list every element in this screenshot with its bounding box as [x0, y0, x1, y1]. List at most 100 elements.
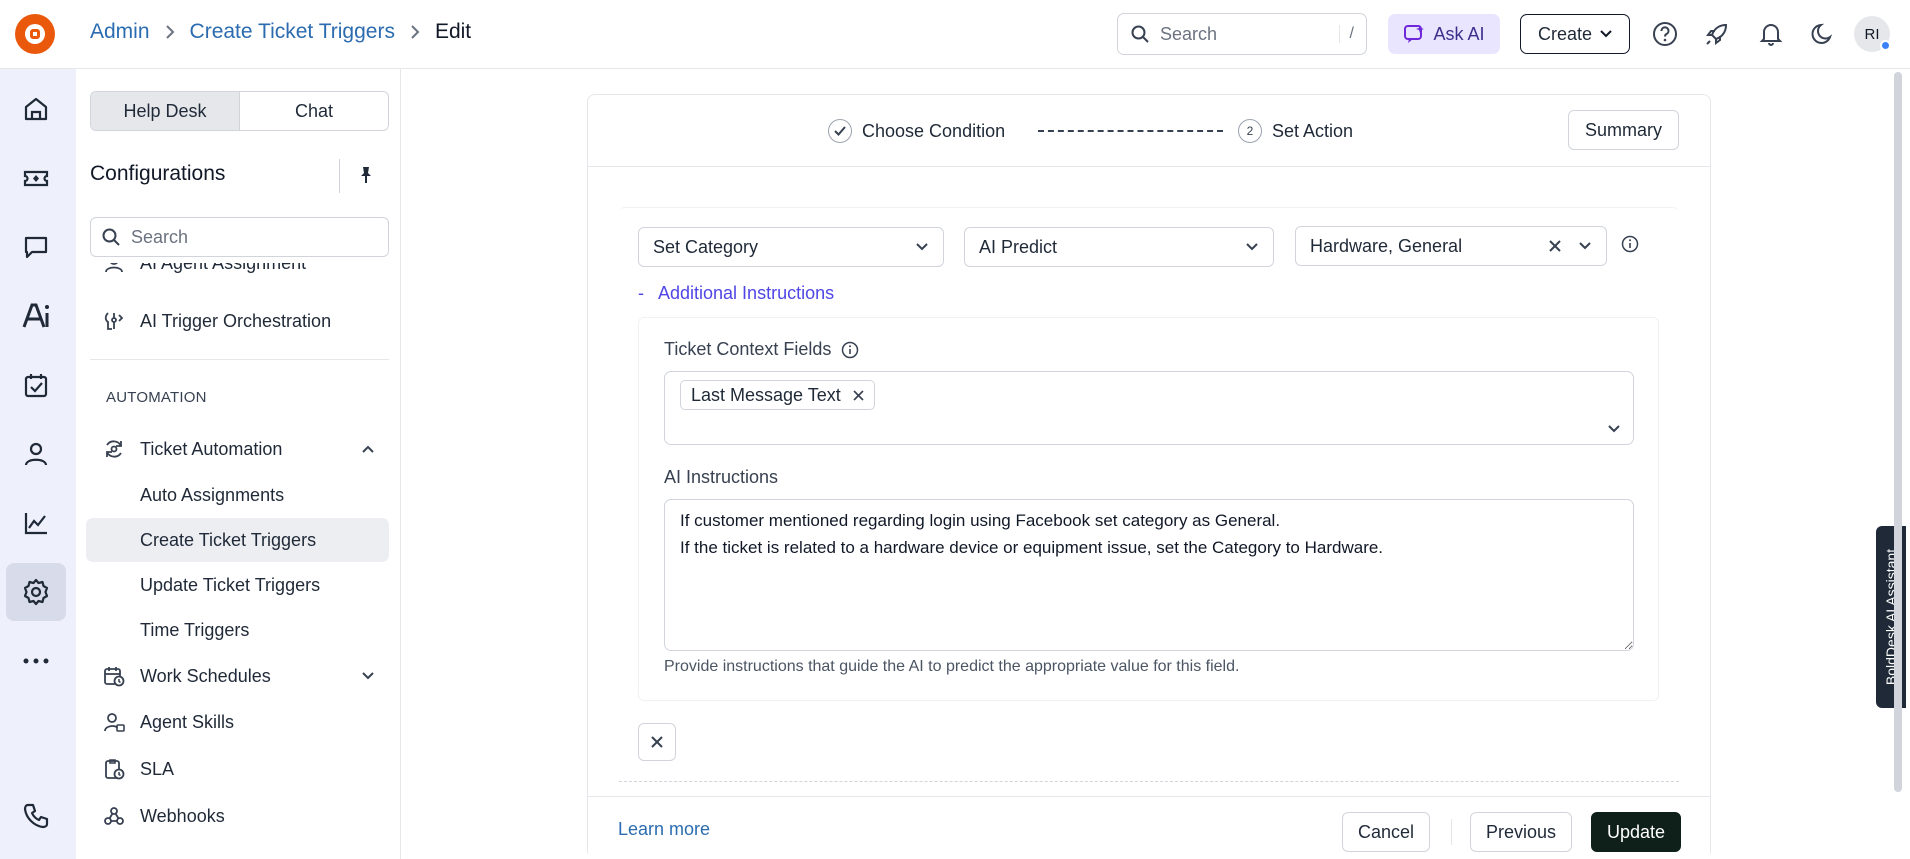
- pin-icon[interactable]: [356, 165, 376, 185]
- create-label: Create: [1537, 23, 1593, 44]
- ai-instructions-textarea[interactable]: If customer mentioned regarding login us…: [664, 499, 1634, 651]
- ai-orchestration-icon: [102, 310, 126, 332]
- chevron-down-icon[interactable]: [361, 671, 375, 681]
- trigger-editor-card: Choose Condition 2 Set Action Summary Se…: [587, 94, 1711, 859]
- step-set-action[interactable]: 2 Set Action: [1238, 119, 1353, 143]
- ai-chat-icon: [1403, 23, 1425, 45]
- action-field-select[interactable]: Set Category: [638, 227, 944, 267]
- chat-icon[interactable]: [6, 218, 66, 276]
- settings-gear-icon[interactable]: [6, 563, 66, 621]
- sidebar-subitem-auto-assignments[interactable]: Auto Assignments: [86, 473, 389, 517]
- sidebar-item-ai-agent-assignment[interactable]: AI Agent Assignment: [90, 263, 389, 277]
- sidebar-item-label: Work Schedules: [140, 665, 271, 686]
- global-search[interactable]: /: [1117, 13, 1367, 55]
- ask-ai-button[interactable]: Ask AI: [1388, 14, 1500, 54]
- sidebar-item-label: AI Trigger Orchestration: [140, 310, 332, 331]
- breadcrumb: Admin Create Ticket Triggers Edit: [90, 20, 471, 44]
- additional-instructions-toggle[interactable]: - Additional Instructions: [638, 283, 834, 304]
- category-values-multiselect[interactable]: Hardware, General: [1295, 226, 1607, 266]
- sidebar-search-input[interactable]: [131, 226, 371, 248]
- step2-label: Set Action: [1272, 120, 1354, 141]
- collapse-toggle: -: [638, 283, 644, 303]
- check-icon: [828, 119, 852, 143]
- context-chip-label: Last Message Text: [691, 384, 841, 405]
- remove-chip-icon[interactable]: [853, 389, 864, 401]
- action-method-value: AI Predict: [979, 236, 1058, 257]
- step-choose-condition[interactable]: Choose Condition: [828, 119, 1005, 143]
- ai-instructions-label: AI Instructions: [664, 467, 779, 487]
- ask-ai-label: Ask AI: [1433, 23, 1485, 44]
- update-button[interactable]: Update: [1591, 812, 1681, 852]
- tab-chat[interactable]: Chat: [240, 92, 388, 130]
- module-switch: Help Desk Chat: [90, 91, 389, 131]
- sidebar-item-ai-trigger-orchestration[interactable]: AI Trigger Orchestration: [90, 299, 389, 343]
- sidebar-search[interactable]: [90, 217, 389, 257]
- breadcrumb-admin[interactable]: Admin: [90, 20, 150, 44]
- context-chip: Last Message Text: [680, 380, 875, 410]
- global-search-input[interactable]: [1160, 23, 1310, 45]
- tab-help-desk[interactable]: Help Desk: [91, 92, 240, 130]
- task-calendar-icon[interactable]: [6, 356, 66, 414]
- sidebar-subitem-time-triggers[interactable]: Time Triggers: [86, 608, 389, 652]
- step2-number: 2: [1238, 119, 1262, 143]
- clear-icon[interactable]: [1548, 239, 1562, 253]
- moon-icon[interactable]: [1809, 20, 1837, 48]
- rocket-icon[interactable]: [1703, 20, 1731, 48]
- divider: [619, 781, 1679, 782]
- sidebar-item-ticket-automation[interactable]: Ticket Automation: [90, 427, 389, 471]
- ticket-icon[interactable]: [6, 149, 66, 207]
- configurations-title: Configurations: [90, 162, 226, 185]
- sidebar-item-label: SLA: [140, 758, 175, 779]
- sla-clipboard-icon: [102, 758, 126, 780]
- ticket-context-fields-label: Ticket Context Fields: [664, 339, 859, 360]
- ticket-context-fields-select[interactable]: Last Message Text: [664, 371, 1634, 445]
- info-icon[interactable]: [1621, 235, 1639, 253]
- breadcrumb-current: Edit: [434, 20, 472, 43]
- step1-label: Choose Condition: [862, 120, 1006, 141]
- sidebar-subitem-create-ticket-triggers[interactable]: Create Ticket Triggers: [86, 518, 389, 562]
- sidebar-clip: AI Agent Assignment: [90, 263, 389, 277]
- ai-icon[interactable]: [6, 287, 66, 345]
- info-icon[interactable]: [841, 341, 859, 359]
- action-method-select[interactable]: AI Predict: [964, 227, 1274, 267]
- sidebar-item-agent-skills[interactable]: Agent Skills: [90, 700, 389, 744]
- help-icon[interactable]: [1651, 20, 1679, 48]
- category-values: Hardware, General: [1310, 235, 1463, 256]
- sidebar-item-sla[interactable]: SLA: [90, 747, 389, 791]
- sidebar-item-work-schedules[interactable]: Work Schedules: [90, 654, 389, 698]
- create-button[interactable]: Create: [1520, 14, 1630, 54]
- previous-button[interactable]: Previous: [1470, 812, 1572, 852]
- chevron-right-icon: [409, 24, 421, 40]
- sidebar-item-label: Webhooks: [140, 805, 225, 826]
- sidebar-item-webhooks[interactable]: Webhooks: [90, 794, 389, 838]
- card-footer: Learn more Cancel Previous Update: [588, 796, 1710, 859]
- contacts-icon[interactable]: [6, 425, 66, 483]
- chevron-right-icon: [164, 24, 176, 40]
- agent-skills-icon: [102, 711, 126, 733]
- breadcrumb-create-ticket-triggers[interactable]: Create Ticket Triggers: [190, 20, 395, 44]
- bolddesk-logo-icon[interactable]: [15, 14, 55, 54]
- action-field-value: Set Category: [653, 236, 759, 257]
- phone-icon[interactable]: [6, 787, 66, 845]
- sidebar-item-label: Agent Skills: [140, 711, 235, 732]
- search-icon: [101, 227, 121, 247]
- summary-button[interactable]: Summary: [1568, 110, 1679, 150]
- page-scrollbar[interactable]: [1894, 72, 1902, 792]
- chevron-down-icon: [915, 242, 929, 252]
- more-icon[interactable]: [6, 632, 66, 690]
- sidebar-item-label: AI Agent Assignment: [140, 263, 306, 274]
- top-bar: Admin Create Ticket Triggers Edit / Ask …: [0, 0, 1910, 69]
- home-icon[interactable]: [6, 80, 66, 138]
- chevron-down-icon: [1578, 241, 1592, 251]
- analytics-icon[interactable]: [6, 494, 66, 552]
- cancel-button[interactable]: Cancel: [1342, 812, 1430, 852]
- remove-action-button[interactable]: [638, 723, 676, 761]
- sidebar-subitem-update-ticket-triggers[interactable]: Update Ticket Triggers: [86, 563, 389, 607]
- chevron-down-icon[interactable]: [1607, 424, 1621, 434]
- learn-more-link[interactable]: Learn more: [618, 819, 710, 840]
- chevron-down-icon: [1600, 29, 1612, 39]
- bell-icon[interactable]: [1757, 20, 1785, 48]
- additional-instructions-label: Additional Instructions: [658, 283, 835, 303]
- step-connector: [1038, 130, 1223, 132]
- chevron-up-icon[interactable]: [361, 444, 375, 454]
